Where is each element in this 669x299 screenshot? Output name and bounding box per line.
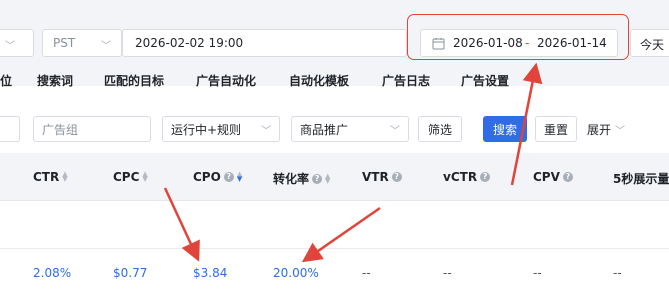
annotation-arrows xyxy=(163,62,543,263)
arrow-to-conversion-rate xyxy=(301,206,381,263)
arrow-to-date-picker xyxy=(510,62,543,186)
arrow-to-cpo xyxy=(163,187,200,262)
